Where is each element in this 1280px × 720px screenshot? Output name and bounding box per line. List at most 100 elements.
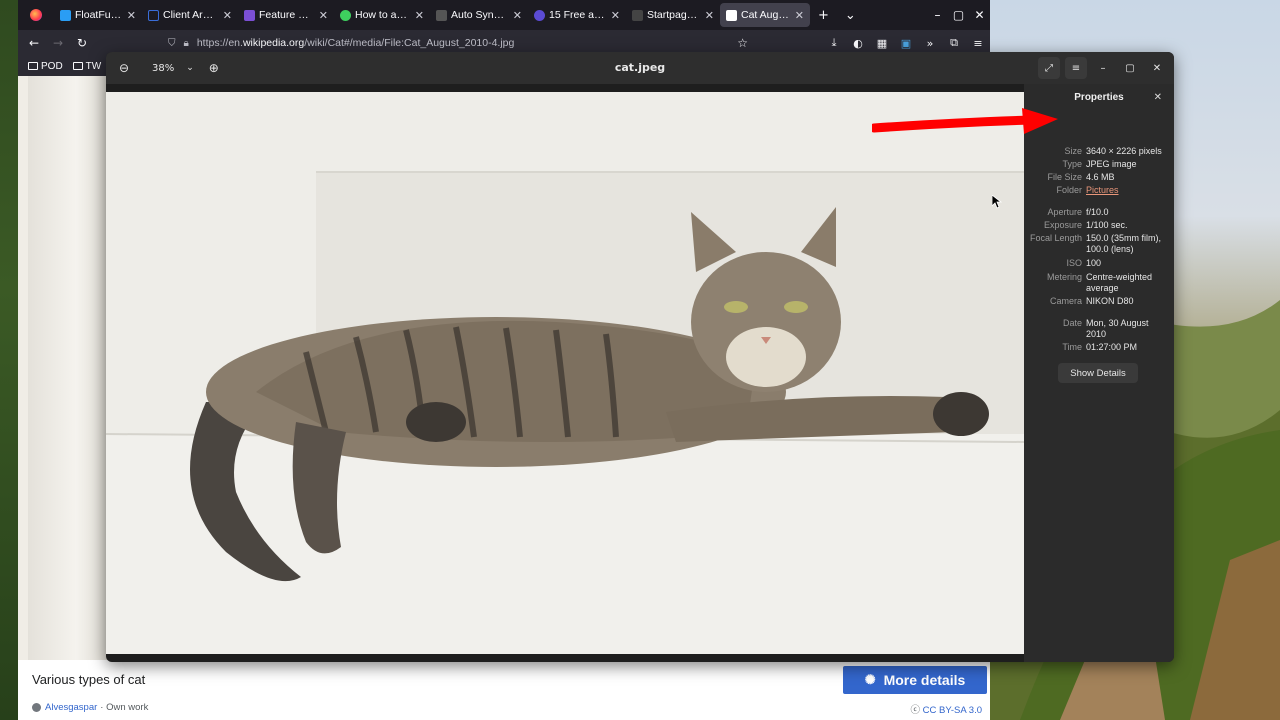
prop-value: NIKON D80 bbox=[1086, 296, 1134, 306]
close-tab-icon[interactable]: ✕ bbox=[513, 9, 522, 22]
prop-key: Metering bbox=[1046, 272, 1082, 282]
tab-label: Auto Syndica bbox=[451, 9, 509, 21]
tab-4[interactable]: Auto Syndica ✕ bbox=[430, 0, 528, 30]
wikimedia-icon: ✺ bbox=[864, 672, 876, 687]
cc-icon: ⓒ bbox=[910, 705, 921, 716]
folder-link[interactable]: Pictures bbox=[1086, 185, 1170, 196]
close-tab-icon[interactable]: ✕ bbox=[795, 9, 804, 22]
close-tab-icon[interactable]: ✕ bbox=[611, 9, 620, 22]
tab-2[interactable]: Feature Requ ✕ bbox=[238, 0, 334, 30]
tab-favicon-icon bbox=[148, 9, 159, 21]
properties-title: Properties bbox=[1074, 92, 1124, 103]
tab-5[interactable]: 15 Free and C ✕ bbox=[528, 0, 626, 30]
tab-label: Client Area - bbox=[163, 9, 219, 21]
close-tab-icon[interactable]: ✕ bbox=[127, 9, 136, 22]
prop-focal-length: Focal Length 150.0 (35mm film), 100.0 (le… bbox=[1024, 233, 1174, 255]
cat-photo[interactable] bbox=[106, 92, 1024, 654]
image-caption: Various types of cat bbox=[32, 672, 146, 687]
prop-time: Time 01:27:00 PM bbox=[1024, 342, 1174, 353]
screenshot-icon[interactable]: ▦ bbox=[870, 37, 894, 50]
show-details-button[interactable]: Show Details bbox=[1058, 363, 1138, 383]
tab-favicon-icon bbox=[534, 9, 545, 21]
viewer-close-icon[interactable]: ✕ bbox=[1146, 57, 1168, 79]
properties-close-icon[interactable]: ✕ bbox=[1154, 92, 1162, 103]
close-tab-icon[interactable]: ✕ bbox=[705, 9, 714, 22]
mouse-cursor-icon bbox=[992, 195, 1002, 209]
prop-key: Time bbox=[1062, 342, 1082, 352]
prop-value: 3640 × 2226 pixels bbox=[1086, 146, 1162, 156]
bookmark-folder-pod[interactable]: POD bbox=[28, 61, 63, 72]
folder-icon bbox=[28, 62, 38, 70]
tab-list-chevron-icon[interactable]: ⌄ bbox=[837, 8, 864, 23]
forward-icon[interactable]: → bbox=[46, 36, 70, 50]
close-window-icon[interactable]: ✕ bbox=[969, 8, 990, 22]
fullscreen-icon[interactable]: ⤢ bbox=[1038, 57, 1060, 79]
image-credit: Alvesgaspar · Own work bbox=[32, 702, 148, 713]
background-photo-edge bbox=[28, 76, 108, 660]
tab-bar: FloatFunnels ✕ Client Area - ✕ Feature R… bbox=[18, 0, 990, 30]
close-tab-icon[interactable]: ✕ bbox=[415, 9, 424, 22]
url-bar[interactable]: ⛉ 🔒︎ https://en. wikipedia.org/wiki/Cat#/… bbox=[168, 33, 748, 53]
tab-favicon-icon bbox=[244, 9, 255, 21]
bookmark-folder-tw[interactable]: TW bbox=[72, 60, 102, 72]
extension-icon[interactable]: ◐ bbox=[846, 37, 870, 50]
prop-key: Camera bbox=[1049, 296, 1082, 306]
tab-6[interactable]: Startpage Se ✕ bbox=[626, 0, 720, 30]
reload-icon[interactable]: ↻ bbox=[70, 36, 94, 50]
back-icon[interactable]: ← bbox=[22, 36, 46, 50]
viewer-header: ⊖ 38% ⌄ ⊕ cat.jpeg ⤢ ≡ – ▢ ✕ bbox=[106, 52, 1174, 84]
extensions-puzzle-icon[interactable]: ⧉ bbox=[942, 36, 966, 50]
bookmark-star-icon[interactable]: ☆ bbox=[737, 36, 748, 50]
credit-suffix: · Own work bbox=[100, 702, 149, 713]
close-tab-icon[interactable]: ✕ bbox=[319, 9, 328, 22]
prop-iso: ISO 100 bbox=[1024, 258, 1174, 269]
viewer-menu-icon[interactable]: ≡ bbox=[1065, 57, 1087, 79]
extension-icon-2[interactable]: ▣ bbox=[894, 37, 918, 50]
tab-label: FloatFunnels bbox=[75, 9, 123, 21]
license-link[interactable]: ⓒ CC BY-SA 3.0 bbox=[911, 702, 982, 716]
tab-active[interactable]: Cat August 2 ✕ bbox=[720, 3, 810, 27]
download-icon[interactable]: ⤓ bbox=[822, 36, 846, 50]
prop-value: 4.6 MB bbox=[1086, 172, 1115, 182]
tab-favicon-icon bbox=[436, 9, 447, 21]
properties-panel: Properties ✕ Size 3640 × 2226 pixels Type… bbox=[1024, 84, 1174, 662]
tab-0[interactable]: FloatFunnels ✕ bbox=[54, 0, 142, 30]
viewer-maximize-icon[interactable]: ▢ bbox=[1119, 57, 1141, 79]
image-viewer-window: ⊖ 38% ⌄ ⊕ cat.jpeg ⤢ ≡ – ▢ ✕ Properties … bbox=[106, 52, 1174, 662]
prop-folder: Folder Pictures bbox=[1024, 185, 1174, 196]
bookmark-label: TW bbox=[85, 60, 102, 72]
maximize-icon[interactable]: ▢ bbox=[948, 8, 969, 22]
tab-1[interactable]: Client Area - ✕ bbox=[142, 0, 238, 30]
author-link[interactable]: Alvesgaspar bbox=[45, 702, 97, 713]
new-tab-icon[interactable]: + bbox=[810, 8, 837, 23]
menu-icon[interactable]: ≡ bbox=[966, 37, 990, 50]
minimize-icon[interactable]: – bbox=[927, 8, 948, 22]
prop-value: 1/100 sec. bbox=[1086, 220, 1128, 230]
tab-label: Cat August 2 bbox=[741, 9, 791, 21]
license-label: CC BY-SA 3.0 bbox=[922, 705, 982, 716]
bookmark-label: POD bbox=[41, 60, 63, 72]
url-prefix: https://en. bbox=[196, 37, 243, 49]
tab-favicon-icon bbox=[60, 9, 71, 21]
prop-key: Aperture bbox=[1047, 207, 1082, 217]
wikipedia-icon bbox=[726, 9, 737, 21]
prop-key: Exposure bbox=[1043, 220, 1082, 230]
more-details-button[interactable]: ✺ More details bbox=[843, 666, 987, 694]
viewer-controls: ⤢ ≡ – ▢ ✕ bbox=[1033, 57, 1168, 79]
play-icon bbox=[340, 9, 351, 21]
lock-icon[interactable]: 🔒︎ bbox=[184, 38, 189, 49]
tab-label: 15 Free and C bbox=[549, 9, 607, 21]
shield-icon[interactable]: ⛉ bbox=[168, 38, 176, 49]
desktop-background-left bbox=[0, 0, 18, 720]
more-tools-icon[interactable]: » bbox=[918, 37, 942, 50]
cat-illustration bbox=[106, 92, 1024, 654]
tab-3[interactable]: How to add c ✕ bbox=[334, 0, 430, 30]
close-tab-icon[interactable]: ✕ bbox=[223, 9, 232, 22]
prop-value: 100 bbox=[1086, 258, 1102, 268]
viewer-minimize-icon[interactable]: – bbox=[1092, 57, 1114, 79]
prop-key: ISO bbox=[1066, 258, 1082, 268]
tab-label: Startpage Se bbox=[647, 9, 701, 21]
prop-value: 01:27:00 PM bbox=[1086, 342, 1138, 352]
prop-date: Date Mon, 30 August 2010 bbox=[1024, 318, 1174, 340]
firefox-icon[interactable] bbox=[18, 9, 54, 21]
